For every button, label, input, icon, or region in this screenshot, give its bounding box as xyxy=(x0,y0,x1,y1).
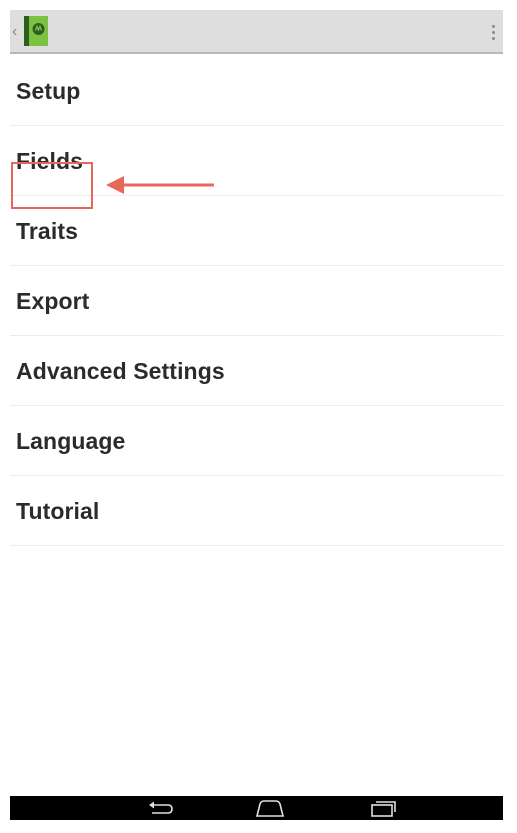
menu-item-label: Setup xyxy=(16,78,81,104)
home-icon[interactable] xyxy=(250,796,290,820)
menu-item-advanced-settings[interactable]: Advanced Settings xyxy=(10,336,503,406)
traits-highlight-box xyxy=(11,162,93,209)
menu-item-label: Export xyxy=(16,288,90,314)
menu-item-language[interactable]: Language xyxy=(10,406,503,476)
overflow-menu-icon[interactable] xyxy=(483,18,503,46)
recents-icon[interactable] xyxy=(363,796,403,820)
action-bar: ‹ xyxy=(10,10,503,54)
menu-item-label: Advanced Settings xyxy=(16,358,225,384)
chevron-left-icon[interactable]: ‹ xyxy=(12,22,22,42)
system-nav-bar xyxy=(10,796,503,820)
menu-item-setup[interactable]: Setup xyxy=(10,56,503,126)
menu-item-tutorial[interactable]: Tutorial xyxy=(10,476,503,546)
green-book-app-icon[interactable] xyxy=(24,16,48,46)
settings-menu: Setup Fields Traits Export Advanced Sett… xyxy=(10,56,503,546)
arrow-left-icon xyxy=(106,176,214,194)
back-icon[interactable] xyxy=(140,796,180,820)
menu-item-export[interactable]: Export xyxy=(10,266,503,336)
menu-item-label: Language xyxy=(16,428,126,454)
menu-item-label: Tutorial xyxy=(16,498,100,524)
app-window: ‹ Setup Fields Traits Export Advanced Se… xyxy=(10,10,503,820)
